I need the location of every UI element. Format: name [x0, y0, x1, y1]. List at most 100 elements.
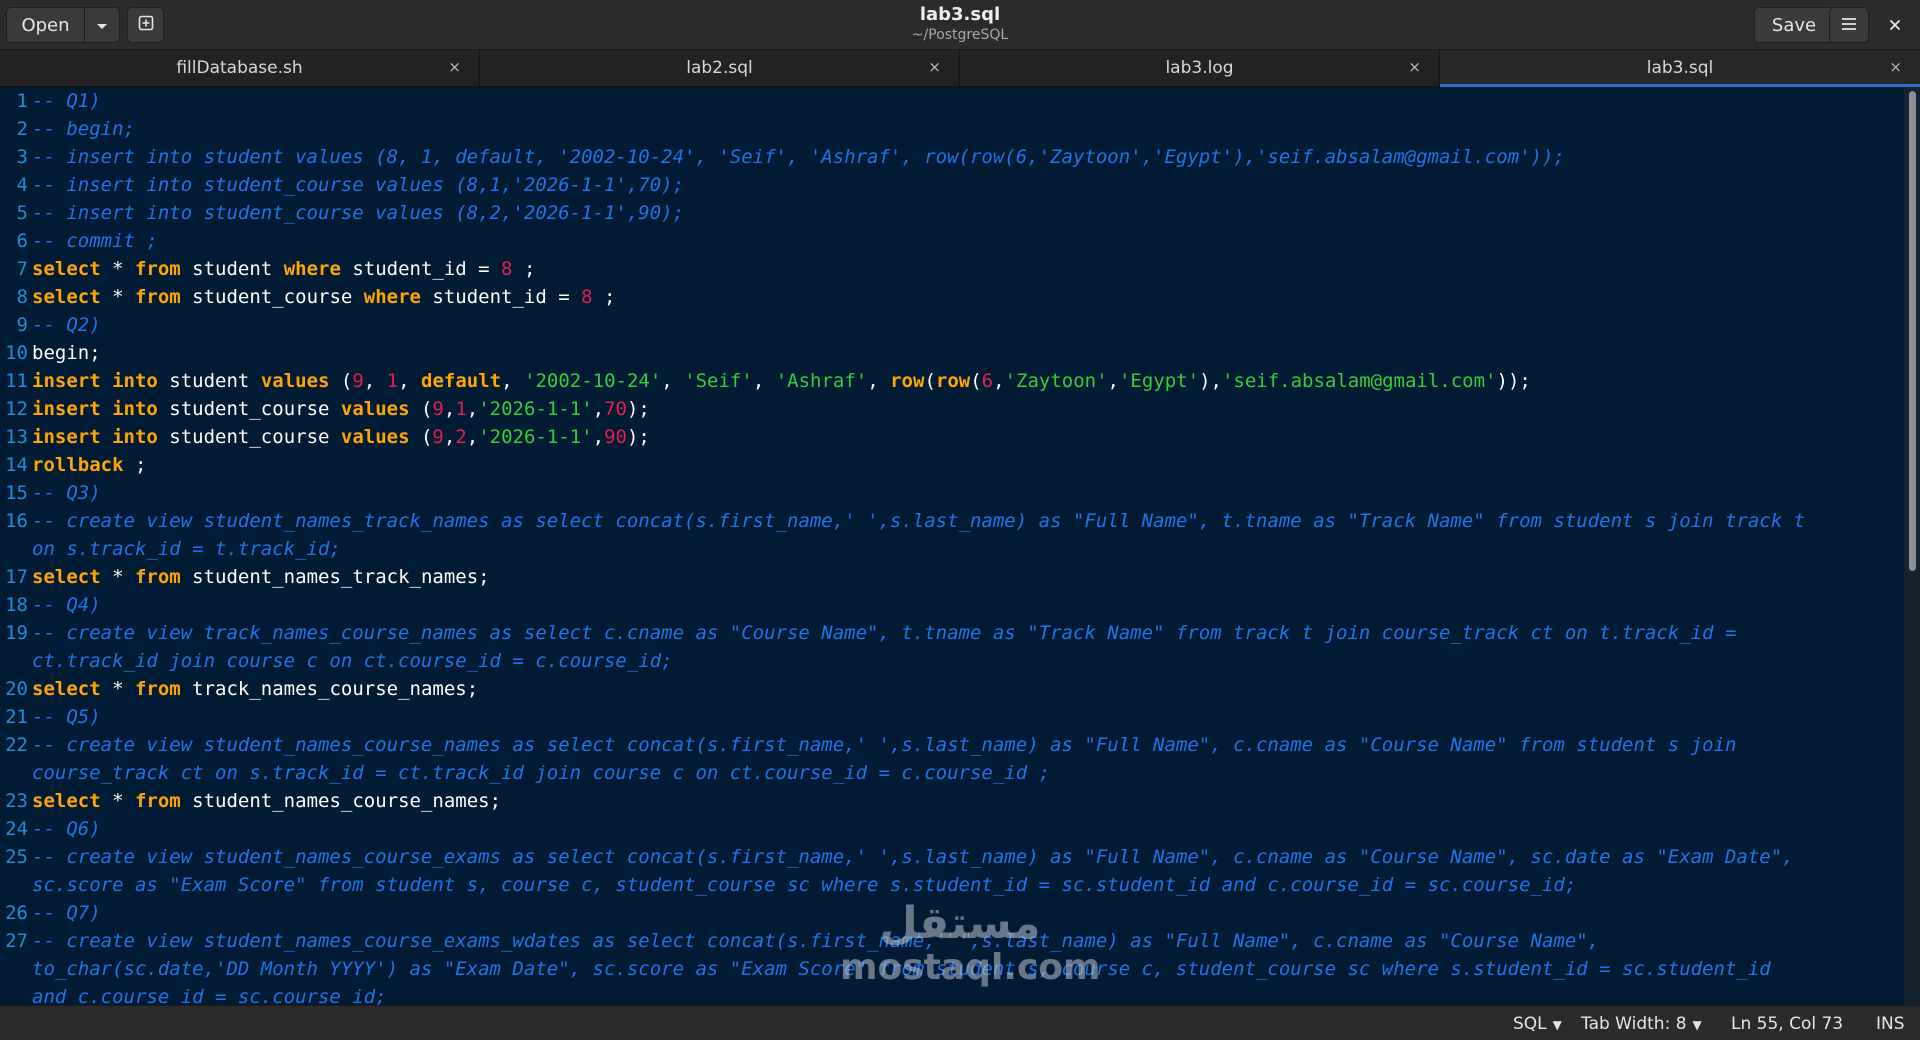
- code-comment: -- insert into student_course values (8,…: [32, 202, 685, 224]
- code-content: select * from student_names_track_names;: [32, 563, 490, 591]
- open-dropdown-button[interactable]: [84, 7, 120, 43]
- tab-close-icon[interactable]: ×: [1889, 58, 1902, 76]
- code-string: 'Seif': [684, 370, 753, 392]
- main-menu-button[interactable]: [1829, 7, 1869, 43]
- code-number: 1: [386, 370, 399, 392]
- line-number: 4: [16, 174, 28, 196]
- code-content: -- insert into student values (8, 1, def…: [32, 143, 1565, 171]
- tab-filldatabase-sh[interactable]: fillDatabase.sh ×: [0, 50, 480, 86]
- code-content: select * from student where student_id =…: [32, 255, 535, 283]
- code-comment: course_track ct on s.track_id = ct.track…: [32, 762, 1051, 784]
- code-keyword: values: [260, 370, 330, 392]
- line-number: 10: [5, 342, 28, 364]
- line-number: 9: [16, 314, 28, 336]
- code-keyword: from: [134, 678, 181, 700]
- code-keyword: select: [32, 286, 101, 308]
- new-document-icon: [138, 15, 154, 36]
- code-keyword: from: [134, 286, 181, 308]
- code-content: -- Q2): [32, 311, 101, 339]
- code-text: *: [100, 790, 135, 812]
- new-tab-button[interactable]: [127, 7, 164, 43]
- language-selector[interactable]: SQL ▼: [1513, 1014, 1562, 1034]
- scrollbar-thumb[interactable]: [1909, 91, 1916, 571]
- code-text: ;: [592, 286, 616, 308]
- tab-label: lab2.sql: [686, 58, 753, 78]
- code-comment: on s.track_id = t.track_id;: [32, 538, 341, 560]
- window-title: lab3.sql ~/PostgreSQL: [760, 4, 1160, 44]
- tab-label: fillDatabase.sh: [176, 58, 303, 78]
- status-bar: SQL ▼ Tab Width: 8 ▼ Ln 55, Col 73 INS: [0, 1005, 1920, 1040]
- tab-lab2-sql[interactable]: lab2.sql ×: [480, 50, 960, 86]
- line-number: 6: [16, 230, 28, 252]
- code-comment: -- Q7): [32, 902, 101, 924]
- code-text: ,: [592, 398, 605, 420]
- code-text: student_names_track_names;: [180, 566, 490, 588]
- tab-close-icon[interactable]: ×: [448, 58, 461, 76]
- tab-label: lab3.log: [1165, 58, 1234, 78]
- code-content: -- create view student_names_track_names…: [32, 507, 1805, 535]
- code-text: track_names_course_names;: [180, 678, 479, 700]
- tab-width-selector[interactable]: Tab Width: 8 ▼: [1581, 1014, 1702, 1034]
- code-number: 9: [352, 370, 364, 392]
- code-content: course_track ct on s.track_id = ct.track…: [32, 759, 1050, 787]
- code-content: begin;: [32, 339, 101, 367]
- code-keyword: rollback: [32, 454, 124, 476]
- tab-lab3-sql[interactable]: lab3.sql ×: [1440, 50, 1920, 87]
- code-content: insert into student_course values (9,1,'…: [32, 395, 650, 423]
- code-content: -- Q5): [32, 703, 101, 731]
- cursor-position[interactable]: Ln 55, Col 73: [1731, 1014, 1843, 1034]
- code-number: 70: [604, 398, 627, 420]
- code-comment: -- create view track_names_course_names …: [32, 622, 1737, 644]
- code-editor[interactable]: 1 -- Q1) 2 -- begin; 3 -- insert into student…: [0, 87, 1920, 1005]
- code-text: student_course: [157, 426, 341, 448]
- header-bar: Open lab3.sql ~/PostgreSQL Save: [0, 0, 1920, 50]
- code-comment: -- begin;: [32, 118, 135, 140]
- tab-close-icon[interactable]: ×: [1408, 58, 1421, 76]
- tab-lab3-log[interactable]: lab3.log ×: [960, 50, 1440, 86]
- hamburger-menu-icon: [1841, 15, 1857, 36]
- watermark-arabic: مستقل: [879, 898, 1041, 949]
- tab-label: lab3.sql: [1646, 58, 1714, 78]
- close-icon: [1889, 16, 1901, 35]
- code-content: -- Q1): [32, 87, 101, 115]
- code-text: (: [409, 426, 433, 448]
- line-number: 15: [5, 482, 28, 504]
- code-number: 8: [581, 286, 593, 308]
- tab-close-icon[interactable]: ×: [928, 58, 941, 76]
- document-path: ~/PostgreSQL: [911, 27, 1009, 43]
- line-number: 25: [5, 846, 28, 868]
- code-content: on s.track_id = t.track_id;: [32, 535, 341, 563]
- code-content: -- insert into student_course values (8,…: [32, 171, 684, 199]
- code-keyword: insert: [32, 398, 101, 420]
- code-number: 90: [604, 426, 627, 448]
- line-number: 24: [5, 818, 28, 840]
- code-text: *: [100, 286, 135, 308]
- code-text: ),: [1199, 370, 1222, 392]
- code-content: and c.course_id = sc.course_id;: [32, 983, 387, 1005]
- code-content: -- create view track_names_course_names …: [32, 619, 1736, 647]
- code-keyword: into: [112, 426, 158, 448]
- open-button[interactable]: Open: [6, 7, 85, 43]
- save-button[interactable]: Save: [1754, 7, 1834, 43]
- watermark-latin: mostaql.com: [840, 947, 1101, 988]
- code-comment: sc.score as "Exam Score" from student s,…: [32, 874, 1577, 896]
- chevron-down-icon: ▼: [1692, 1018, 1702, 1032]
- code-content: -- insert into student_course values (8,…: [32, 199, 684, 227]
- close-window-button[interactable]: [1873, 7, 1917, 43]
- code-text: ,: [993, 370, 1005, 392]
- code-number: 6: [981, 370, 994, 392]
- code-keyword: where: [283, 258, 341, 280]
- code-text: ,: [443, 398, 456, 420]
- code-content: ct.track_id join course c on ct.course_i…: [32, 647, 673, 675]
- code-keyword: select: [32, 258, 101, 280]
- code-text: );: [626, 426, 650, 448]
- line-number: 22: [5, 734, 28, 756]
- code-keyword: select: [32, 790, 101, 812]
- code-text: ,: [867, 370, 891, 392]
- line-number: 20: [5, 678, 28, 700]
- code-content: sc.score as "Exam Score" from student s,…: [32, 871, 1576, 899]
- chevron-down-icon: ▼: [1552, 1018, 1562, 1032]
- code-comment: and c.course_id = sc.course_id;: [32, 986, 387, 1005]
- code-content: rollback ;: [32, 451, 146, 479]
- line-number: 13: [5, 426, 28, 448]
